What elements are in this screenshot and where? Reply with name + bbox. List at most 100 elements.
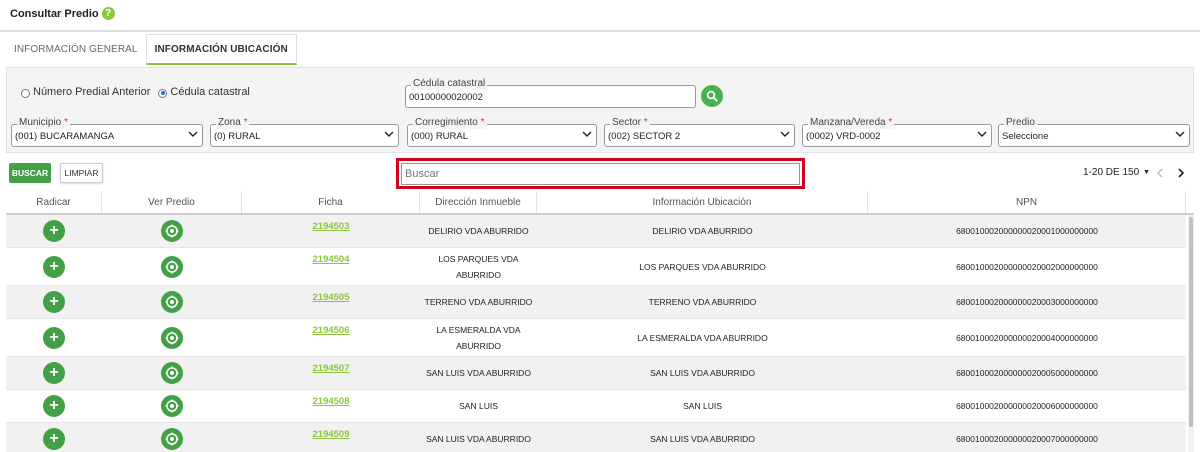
ver-predio-cell bbox=[102, 215, 242, 247]
required-mark: * bbox=[64, 117, 68, 128]
ficha-link[interactable]: 2194506 bbox=[313, 323, 350, 339]
radicar-cell: + bbox=[6, 215, 102, 247]
radio-cedula-catastral[interactable]: Cédula catastral bbox=[158, 86, 250, 98]
table-row: +2194504 LOS PARQUES VDA ABURRIDO LOS PARQ… bbox=[6, 248, 1186, 286]
plus-circle-icon[interactable]: + bbox=[43, 255, 65, 278]
radicar-cell: + bbox=[6, 423, 102, 452]
column-header-ficha: Ficha bbox=[242, 191, 420, 213]
target-view-icon[interactable] bbox=[161, 255, 183, 278]
ficha-link[interactable]: 2194509 bbox=[313, 427, 350, 443]
limpiar-button[interactable]: LIMPIAR bbox=[60, 163, 103, 183]
cedula-catastral-label: Cédula catastral bbox=[411, 78, 488, 90]
radio-label: Número Predial Anterior bbox=[33, 86, 151, 98]
pager-range[interactable]: 1-20 DE 150 ▼ bbox=[1083, 167, 1150, 178]
plus-circle-icon[interactable]: + bbox=[43, 395, 65, 417]
npn-cell: 680010002000000020003000000000 bbox=[956, 297, 1098, 307]
help-icon[interactable]: ? bbox=[101, 7, 115, 20]
predio-select[interactable]: Predio Seleccione bbox=[998, 117, 1190, 147]
npn-cell: 680010002000000020006000000000 bbox=[956, 401, 1098, 411]
npn-cell: 680010002000000020005000000000 bbox=[956, 368, 1098, 378]
chevron-left-icon[interactable] bbox=[1153, 165, 1167, 181]
radicar-cell: + bbox=[6, 390, 102, 422]
radio-numero-predial-anterior[interactable]: Número Predial Anterior bbox=[21, 86, 150, 98]
radio-circle[interactable] bbox=[21, 88, 30, 98]
chevron-right-icon[interactable] bbox=[1174, 165, 1188, 181]
plus-circle-icon[interactable]: + bbox=[43, 220, 65, 242]
ubicacion-cell: TERRENO VDA ABURRIDO bbox=[648, 297, 757, 307]
ver-predio-cell bbox=[102, 423, 242, 452]
manzana-vereda-select[interactable]: Manzana/Vereda * (0002) VRD-0002 bbox=[802, 117, 992, 147]
top-bar: Consultar Predio ? bbox=[0, 0, 1200, 32]
ficha-cell: 2194509 bbox=[242, 423, 420, 452]
target-view-icon[interactable] bbox=[161, 428, 183, 450]
radicar-cell: + bbox=[6, 286, 102, 318]
plus-circle-icon[interactable]: + bbox=[43, 291, 65, 313]
column-header-direccion: Dirección Inmueble bbox=[420, 191, 537, 213]
plus-circle-icon[interactable]: + bbox=[43, 362, 65, 384]
table-row: +2194505 TERRENO VDA ABURRIDO TERRENO VDA … bbox=[6, 286, 1186, 319]
chevron-down-icon bbox=[977, 131, 987, 137]
predio-value: Seleccione bbox=[1002, 131, 1049, 142]
target-view-icon[interactable] bbox=[161, 326, 183, 349]
column-header-radicar: Radicar bbox=[6, 191, 102, 213]
ficha-cell: 2194508 bbox=[242, 390, 420, 422]
ficha-link[interactable]: 2194508 bbox=[313, 394, 350, 410]
manzana-vereda-value: (0002) VRD-0002 bbox=[806, 131, 881, 142]
cedula-search-button[interactable] bbox=[701, 85, 723, 107]
target-view-icon[interactable] bbox=[161, 395, 183, 417]
chevron-down-icon bbox=[582, 131, 592, 137]
buscar-button[interactable]: BUSCAR bbox=[9, 163, 51, 183]
ver-predio-cell bbox=[102, 357, 242, 389]
corregimiento-value: (000) RURAL bbox=[411, 131, 469, 142]
tab-informacion-ubicacion[interactable]: INFORMACIÓN UBICACIÓN bbox=[145, 34, 297, 65]
corregimiento-select[interactable]: Corregimiento * (000) RURAL bbox=[407, 117, 597, 147]
direccion-cell: LOS PARQUES VDA ABURRIDO bbox=[438, 253, 519, 280]
required-mark: * bbox=[888, 117, 893, 128]
target-view-icon[interactable] bbox=[161, 291, 183, 313]
ubicacion-cell: LOS PARQUES VDA ABURRIDO bbox=[639, 261, 766, 272]
target-view-icon[interactable] bbox=[161, 220, 183, 242]
target-view-icon[interactable] bbox=[161, 362, 183, 384]
ficha-link[interactable]: 2194507 bbox=[313, 361, 350, 377]
cedula-catastral-field[interactable]: Cédula catastral 00100000020002 bbox=[405, 78, 696, 108]
municipio-label-text: Municipio bbox=[19, 117, 62, 128]
npn-cell: 680010002000000020002000000000 bbox=[956, 261, 1098, 272]
table-row: +2194509 SAN LUIS VDA ABURRIDO SAN LUIS VD… bbox=[6, 423, 1186, 452]
table-header: Radicar Ver Predio Ficha Dirección Inmue… bbox=[6, 191, 1194, 215]
ficha-link[interactable]: 2194503 bbox=[313, 219, 350, 235]
municipio-label: Municipio * bbox=[17, 117, 70, 129]
page-title-text: Consultar Predio bbox=[10, 7, 99, 20]
ubicacion-cell: LA ESMERALDA VDA ABURRIDO bbox=[637, 332, 768, 343]
municipio-select[interactable]: Municipio * (001) BUCARAMANGA bbox=[11, 117, 203, 147]
ficha-link[interactable]: 2194505 bbox=[313, 290, 350, 306]
required-mark: * bbox=[643, 117, 648, 128]
tab-informacion-general[interactable]: INFORMACIÓN GENERAL bbox=[6, 34, 146, 65]
plus-circle-icon[interactable]: + bbox=[43, 428, 65, 450]
npn-cell: 680010002000000020004000000000 bbox=[956, 332, 1098, 343]
cedula-catastral-value[interactable]: 00100000020002 bbox=[409, 92, 483, 103]
radio-circle[interactable] bbox=[158, 88, 168, 98]
table-scrollbar[interactable] bbox=[1188, 215, 1194, 452]
direccion-cell: SAN LUIS bbox=[459, 401, 498, 411]
zona-select[interactable]: Zona * (0) RURAL bbox=[210, 117, 399, 147]
corregimiento-label: Corregimiento * bbox=[413, 117, 487, 129]
chevron-down-icon bbox=[188, 131, 198, 137]
ficha-cell: 2194505 bbox=[242, 286, 420, 318]
table-row: +2194508 SAN LUIS SAN LUIS 6800100020000000… bbox=[6, 390, 1186, 423]
ficha-link[interactable]: 2194504 bbox=[313, 252, 350, 268]
direccion-cell: SAN LUIS VDA ABURRIDO bbox=[426, 434, 531, 444]
radicar-cell: + bbox=[6, 248, 102, 285]
zona-label-text: Zona bbox=[218, 117, 241, 128]
table-row: +2194506 LA ESMERALDA VDA ABURRIDO LA ESME… bbox=[6, 319, 1186, 357]
npn-cell: 680010002000000020007000000000 bbox=[956, 434, 1098, 444]
sector-select[interactable]: Sector * (002) SECTOR 2 bbox=[604, 117, 795, 147]
ver-predio-cell bbox=[102, 248, 242, 285]
plus-circle-icon[interactable]: + bbox=[43, 326, 65, 349]
table-row: +2194503 DELIRIO VDA ABURRIDO DELIRIO VDA … bbox=[6, 215, 1186, 248]
direccion-cell: LA ESMERALDA VDA ABURRIDO bbox=[436, 324, 521, 351]
required-mark: * bbox=[480, 117, 485, 128]
chevron-down-icon bbox=[384, 131, 394, 137]
scroll-thumb[interactable] bbox=[1189, 217, 1193, 427]
results-table: Radicar Ver Predio Ficha Dirección Inmue… bbox=[6, 191, 1194, 452]
filter-panel: Número Predial Anterior Cédula catastral… bbox=[6, 67, 1194, 153]
